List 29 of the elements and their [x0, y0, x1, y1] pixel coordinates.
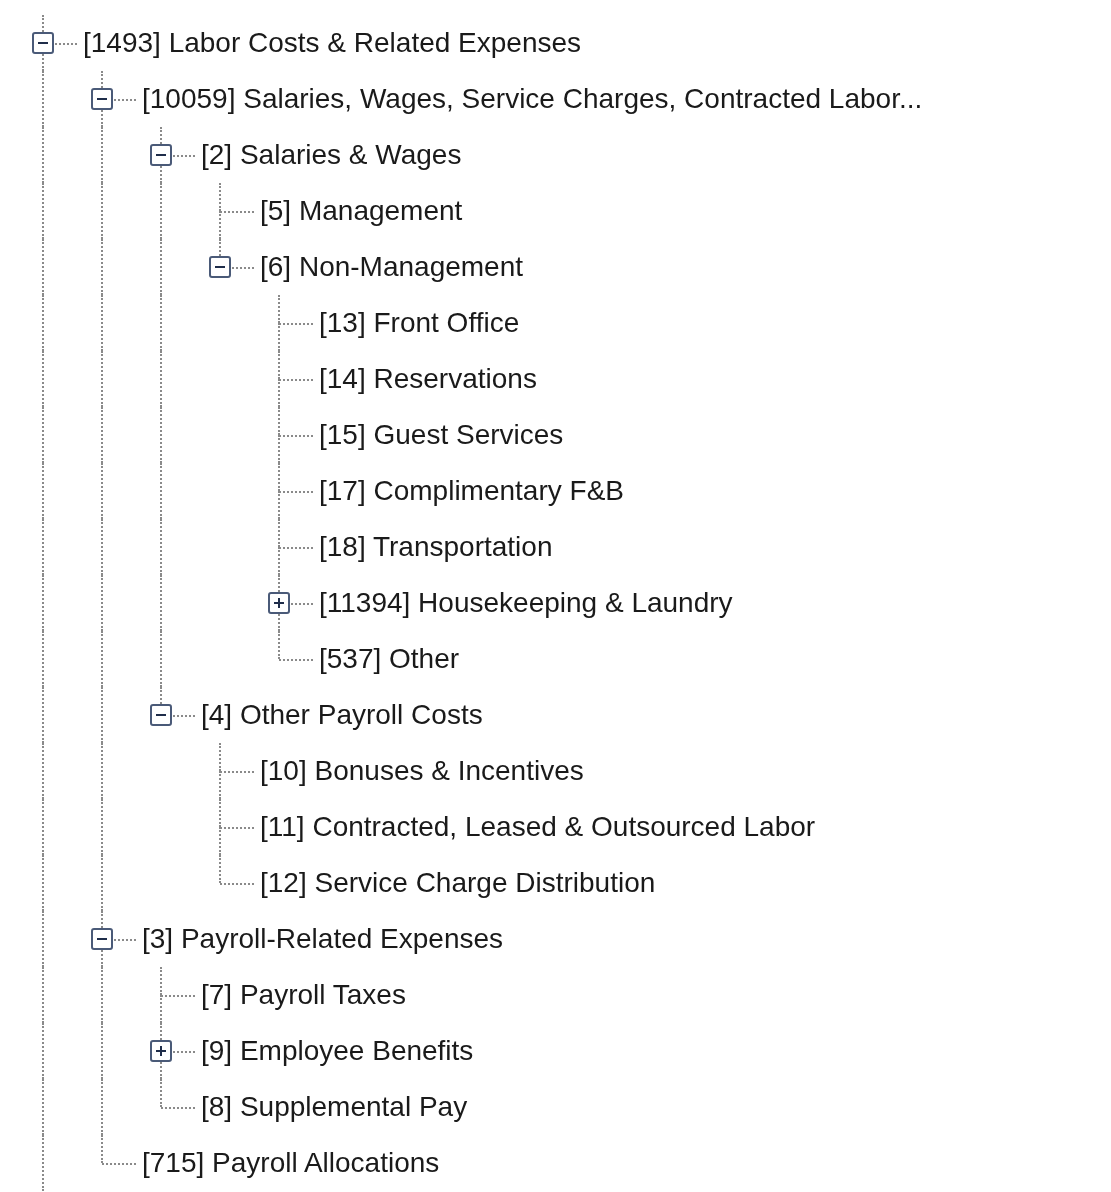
tree-item-label[interactable]: [6] Non-Management — [260, 251, 524, 283]
tree-item-label[interactable]: [15] Guest Services — [319, 419, 564, 451]
tree-item-label[interactable]: [17] Complimentary F&B — [319, 475, 624, 507]
collapse-icon[interactable] — [91, 88, 113, 110]
tree-item-label[interactable]: [537] Other — [319, 643, 460, 675]
tree-item-label[interactable]: [18] Transportation — [319, 531, 553, 563]
tree-item-label[interactable]: [11] Contracted, Leased & Outsourced Labor — [260, 811, 816, 843]
collapse-icon[interactable] — [150, 704, 172, 726]
collapse-icon[interactable] — [150, 144, 172, 166]
expand-icon[interactable] — [268, 592, 290, 614]
expand-icon[interactable] — [150, 1040, 172, 1062]
tree-item-label[interactable]: [9] Employee Benefits — [201, 1035, 474, 1067]
tree-item-label[interactable]: [715] Payroll Allocations — [142, 1147, 440, 1179]
tree-item-label[interactable]: [10059] Salaries, Wages, Service Charges, Contracted Labor... — [142, 83, 923, 115]
tree-item-label[interactable]: [2] Salaries & Wages — [201, 139, 462, 171]
tree-item-label[interactable]: [11394] Housekeeping & Laundry — [319, 587, 733, 619]
collapse-icon[interactable] — [32, 32, 54, 54]
tree-item-label[interactable]: [1493] Labor Costs & Related Expenses — [83, 27, 582, 59]
collapse-icon[interactable] — [209, 256, 231, 278]
tree-item-label[interactable]: [5] Management — [260, 195, 463, 227]
tree-item-label[interactable]: [14] Reservations — [319, 363, 537, 395]
tree-item-label[interactable]: [4] Other Payroll Costs — [201, 699, 483, 731]
tree-item-label[interactable]: [8] Supplemental Pay — [201, 1091, 468, 1123]
tree-item-label[interactable]: [3] Payroll-Related Expenses — [142, 923, 504, 955]
tree-item-label[interactable]: [7] Payroll Taxes — [201, 979, 406, 1011]
tree-item-label[interactable]: [13] Front Office — [319, 307, 520, 339]
collapse-icon[interactable] — [91, 928, 113, 950]
tree-item-label[interactable]: [10] Bonuses & Incentives — [260, 755, 584, 787]
tree-item-label[interactable]: [12] Service Charge Distribution — [260, 867, 656, 899]
